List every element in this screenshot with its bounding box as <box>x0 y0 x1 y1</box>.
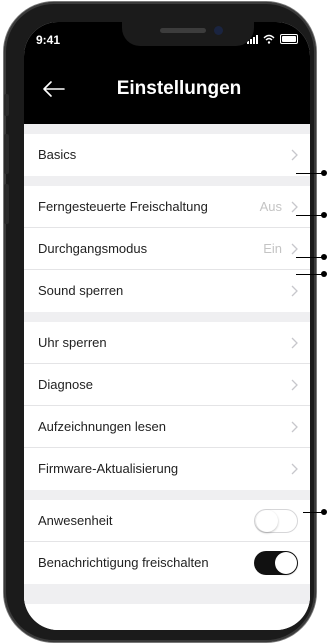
settings-row-firmware-update[interactable]: Firmware-Aktualisierung <box>24 448 310 490</box>
settings-row-read-records[interactable]: Aufzeichnungen lesen <box>24 406 310 448</box>
callout-line-unlock-notification <box>303 509 327 515</box>
row-label: Aufzeichnungen lesen <box>38 419 166 434</box>
chevron-right-icon <box>291 149 298 161</box>
toggle-knob <box>275 552 297 574</box>
settings-row-remote-unlock[interactable]: Ferngesteuerte Freischaltung Aus <box>24 186 310 228</box>
volume-up-button <box>4 134 9 174</box>
section-separator <box>24 584 310 604</box>
unlock-notification-toggle[interactable] <box>254 551 298 575</box>
chevron-right-icon <box>291 337 298 349</box>
nav-bar: Einstellungen <box>24 58 310 124</box>
volume-down-button <box>4 184 9 224</box>
settings-row-lock-clock[interactable]: Uhr sperren <box>24 322 310 364</box>
section-separator <box>24 176 310 186</box>
callout-line-lock-sound <box>296 254 327 260</box>
mute-switch <box>4 94 9 116</box>
chevron-right-icon <box>291 421 298 433</box>
wifi-icon <box>263 34 275 44</box>
row-label: Basics <box>38 147 77 162</box>
page-title: Einstellungen <box>116 78 242 99</box>
front-camera <box>214 26 223 35</box>
chevron-right-icon <box>291 201 298 213</box>
status-time: 9:41 <box>36 33 61 47</box>
callout-line-lock-clock <box>296 271 327 277</box>
settings-row-diagnosis[interactable]: Diagnose <box>24 364 310 406</box>
settings-row-unlock-notification: Benachrichtigung freischalten <box>24 542 310 584</box>
section-separator <box>24 124 310 134</box>
row-label: Ferngesteuerte Freischaltung <box>38 199 208 214</box>
settings-list: Basics Ferngesteuerte Freischaltung Aus … <box>24 124 310 630</box>
row-value: Aus <box>259 199 282 214</box>
screen: 9:41 Einstellungen Basics Ferngesteuerte… <box>24 22 310 630</box>
callout-line-passage-mode <box>296 212 327 218</box>
toggle-knob <box>256 510 278 532</box>
settings-row-passage-mode[interactable]: Durchgangsmodus Ein <box>24 228 310 270</box>
callout-line-remote-unlock <box>296 170 327 176</box>
chevron-right-icon <box>291 463 298 475</box>
section-separator <box>24 312 310 322</box>
row-label: Anwesenheit <box>38 513 113 528</box>
settings-row-lock-sound[interactable]: Sound sperren <box>24 270 310 312</box>
notch <box>122 20 254 46</box>
settings-row-presence: Anwesenheit <box>24 500 310 542</box>
settings-row-basics[interactable]: Basics <box>24 134 310 176</box>
row-label: Durchgangsmodus <box>38 241 148 256</box>
row-label: Benachrichtigung freischalten <box>38 555 209 570</box>
presence-toggle[interactable] <box>254 509 298 533</box>
row-value: Ein <box>263 241 282 256</box>
battery-icon <box>280 34 298 44</box>
section-separator <box>24 490 310 500</box>
row-label: Uhr sperren <box>38 335 107 350</box>
chevron-right-icon <box>291 379 298 391</box>
speaker-grille <box>160 28 206 33</box>
phone-frame: 9:41 Einstellungen Basics Ferngesteuerte… <box>4 2 316 642</box>
chevron-right-icon <box>291 243 298 255</box>
status-icons <box>247 34 298 44</box>
chevron-right-icon <box>291 285 298 297</box>
row-label: Sound sperren <box>38 283 124 298</box>
row-label: Firmware-Aktualisierung <box>38 461 179 476</box>
row-label: Diagnose <box>38 377 93 392</box>
